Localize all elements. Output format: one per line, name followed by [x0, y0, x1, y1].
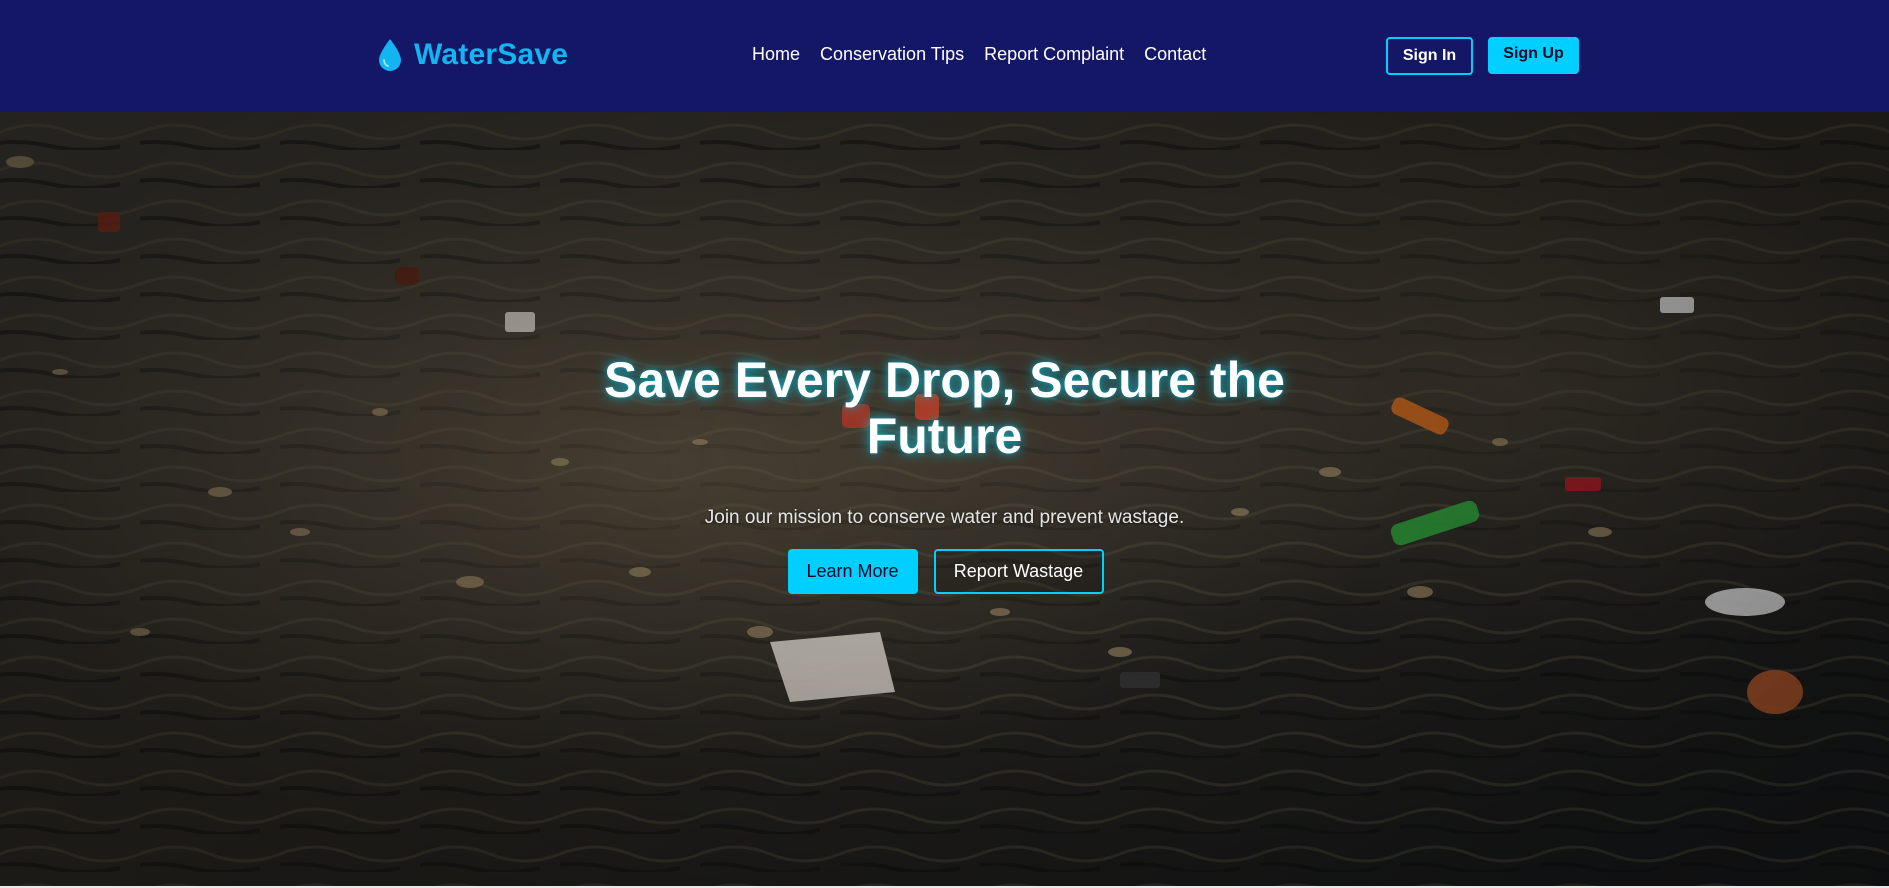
nav-home[interactable]: Home: [752, 44, 800, 65]
hero-subtitle: Join our mission to conserve water and p…: [704, 507, 1185, 528]
brand-logo-link[interactable]: WaterSave: [378, 38, 568, 72]
water-drop-icon: [379, 39, 401, 71]
report-wastage-button[interactable]: Report Wastage: [933, 549, 1104, 594]
auth-buttons: Sign In Sign Up: [1386, 37, 1579, 75]
sign-in-button[interactable]: Sign In: [1386, 37, 1473, 75]
brand-name: WaterSave: [414, 38, 569, 71]
learn-more-button[interactable]: Learn More: [787, 549, 918, 594]
nav-report-complaint[interactable]: Report Complaint: [984, 44, 1124, 65]
top-navbar: WaterSave Home Conservation Tips Report …: [0, 0, 1889, 112]
hero-content: Save Every Drop, Secure the Future Join …: [0, 352, 1889, 594]
hero-section: Save Every Drop, Secure the Future Join …: [0, 112, 1889, 888]
sign-up-button[interactable]: Sign Up: [1488, 37, 1579, 74]
hero-title: Save Every Drop, Secure the Future: [604, 352, 1285, 464]
hero-actions: Learn More Report Wastage: [0, 549, 1889, 594]
nav-contact[interactable]: Contact: [1144, 44, 1206, 65]
nav-conservation-tips[interactable]: Conservation Tips: [820, 44, 964, 65]
main-nav: Home Conservation Tips Report Complaint …: [752, 44, 1206, 65]
